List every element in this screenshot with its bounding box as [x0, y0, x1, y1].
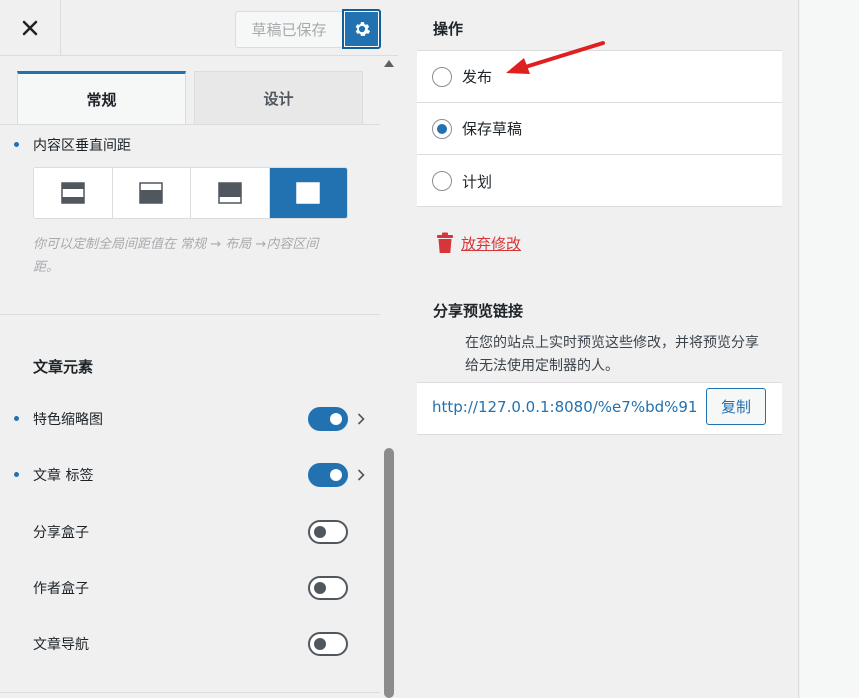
share-preview-title: 分享预览链接 — [433, 302, 524, 320]
post-element-label: 文章 标签 — [33, 468, 94, 484]
tab-design[interactable]: 设计 — [194, 71, 363, 125]
toggle-knob — [314, 638, 326, 650]
scrollbar-thumb[interactable] — [384, 448, 394, 698]
gear-icon — [355, 22, 370, 36]
toggle-knob — [330, 469, 342, 481]
option-label: 发布 — [462, 68, 493, 86]
toggle-featured-image[interactable] — [308, 407, 348, 431]
share-preview-description: 在您的站点上实时预览这些修改，并将预览分享给无法使用定制器的人。 — [465, 335, 759, 374]
trash-icon — [437, 232, 453, 253]
option-label: 计划 — [462, 172, 493, 191]
post-element-label: 特色缩略图 — [33, 412, 103, 428]
discard-changes-label: 放弃修改 — [461, 234, 522, 253]
radio-schedule[interactable] — [432, 171, 452, 191]
close-button[interactable] — [0, 0, 61, 56]
toggle-share-box[interactable] — [308, 520, 348, 544]
option-label: 保存草稿 — [462, 120, 523, 138]
option-save-draft[interactable]: 保存草稿 — [417, 103, 782, 155]
section-divider — [0, 314, 380, 315]
toggle-knob — [330, 413, 342, 425]
chevron-right-icon — [357, 469, 365, 481]
tab-divider — [0, 124, 380, 125]
post-element-label: 文章导航 — [33, 637, 89, 653]
customizer-header: 草稿已保存 — [0, 0, 398, 56]
preview-link[interactable]: http://127.0.0.1:8080/%e7%bd%91 — [432, 398, 702, 416]
spacing-option-bottom[interactable] — [112, 168, 191, 218]
toggle-knob — [314, 582, 326, 594]
publish-settings-panel: 操作 发布 保存草稿 计划 放弃修改 分享预览链接 在您的站点上实时预览这些修改… — [399, 0, 799, 698]
post-element-label: 作者盒子 — [33, 581, 89, 597]
post-element-label: 分享盒子 — [33, 525, 89, 541]
customizer-sidebar: 草稿已保存 常规 设计 内容区垂直间距 你可以定制全局间距值在 常规 → 布局 … — [0, 0, 398, 698]
toggle-knob — [314, 526, 326, 538]
section-divider — [0, 692, 380, 693]
copy-button[interactable]: 复制 — [706, 388, 766, 425]
sidebar-content: 常规 设计 内容区垂直间距 你可以定制全局间距值在 常规 → 布局 →内容区间距… — [0, 56, 380, 698]
toggle-post-navigation[interactable] — [308, 632, 348, 656]
draft-saved-button[interactable]: 草稿已保存 — [235, 11, 343, 48]
annotation-arrow-icon — [506, 41, 605, 74]
scroll-up-arrow-icon[interactable] — [384, 60, 394, 67]
modified-indicator — [14, 142, 19, 147]
sidebar-scrollbar[interactable] — [380, 56, 398, 698]
toggle-post-tags[interactable] — [308, 463, 348, 487]
content-spacing-selector — [33, 167, 348, 219]
spacing-top-bottom-icon — [61, 182, 85, 204]
spacing-option-top[interactable] — [191, 168, 270, 218]
spacing-option-top-bottom[interactable] — [34, 168, 113, 218]
actions-title: 操作 — [433, 20, 464, 38]
modified-indicator — [14, 472, 19, 477]
tab-general[interactable]: 常规 — [17, 71, 186, 125]
post-tags-settings[interactable] — [356, 468, 366, 482]
spacing-top-icon — [218, 182, 242, 204]
discard-changes-link[interactable]: 放弃修改 — [435, 232, 521, 254]
radio-publish[interactable] — [432, 66, 452, 87]
toggle-author-box[interactable] — [308, 576, 348, 600]
preview-area — [800, 0, 859, 698]
content-spacing-label: 内容区垂直间距 — [33, 138, 131, 154]
featured-image-settings[interactable] — [356, 412, 366, 426]
chevron-right-icon — [357, 413, 365, 425]
spacing-bottom-icon — [139, 182, 163, 204]
spacing-option-none[interactable] — [269, 168, 347, 218]
modified-indicator — [14, 416, 19, 421]
spacing-none-icon — [296, 182, 320, 204]
option-schedule[interactable]: 计划 — [417, 155, 782, 207]
content-spacing-help: 你可以定制全局间距值在 常规 → 布局 →内容区间距。 — [33, 237, 319, 275]
post-elements-title: 文章元素 — [33, 358, 94, 376]
share-link-box: http://127.0.0.1:8080/%e7%bd%91 复制 — [417, 382, 782, 435]
publish-settings-button[interactable] — [342, 9, 381, 49]
radio-save-draft[interactable] — [432, 118, 452, 139]
close-icon — [22, 20, 38, 36]
